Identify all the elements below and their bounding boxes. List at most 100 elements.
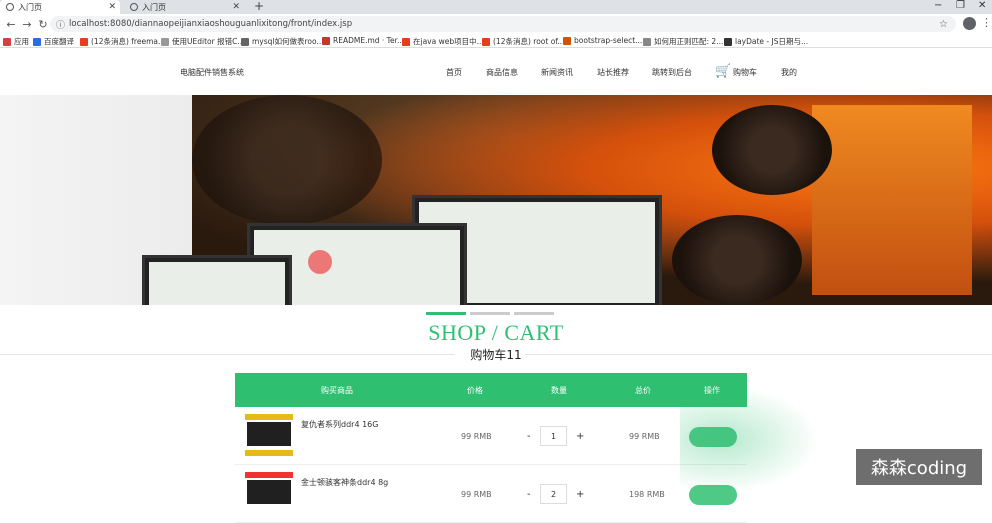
bookmark-label: (12条消息) freema... bbox=[91, 37, 166, 46]
tab-title: 入门页 bbox=[142, 2, 166, 12]
bookmark-favicon bbox=[402, 37, 410, 46]
bookmark-item[interactable]: mysql如何做表roo... bbox=[241, 36, 324, 47]
carousel-dot-active[interactable] bbox=[426, 312, 466, 315]
close-icon[interactable]: ✕ bbox=[232, 2, 240, 12]
product-name[interactable]: 金士顿骇客神条ddr4 8g bbox=[301, 477, 388, 488]
tire-stack bbox=[192, 95, 382, 225]
bookmark-label: mysql如何做表roo... bbox=[252, 37, 324, 46]
line-total: 198 RMB bbox=[629, 490, 665, 499]
column-header: 购买商品 bbox=[321, 386, 353, 395]
bookmark-item[interactable]: 如何用正则匹配: 2... bbox=[643, 36, 723, 47]
globe-icon bbox=[6, 3, 14, 11]
bookmark-favicon bbox=[563, 36, 571, 45]
globe-icon bbox=[130, 3, 138, 11]
bookmark-favicon bbox=[241, 37, 249, 46]
decrease-qty-button[interactable]: - bbox=[527, 489, 531, 500]
bookmark-item[interactable]: 百度翻译 bbox=[33, 36, 74, 47]
nav-news[interactable]: 新闻资讯 bbox=[541, 67, 573, 78]
menu-kebab-icon[interactable]: ⋮ bbox=[981, 16, 992, 29]
hmi-monitor bbox=[142, 255, 292, 305]
window-close-button[interactable]: ✕ bbox=[978, 0, 986, 12]
tire-stack bbox=[712, 105, 832, 195]
bookmark-item[interactable]: 使用UEditor 报错C... bbox=[161, 36, 244, 47]
bookmark-label: 使用UEditor 报错C... bbox=[172, 37, 245, 46]
banner-image bbox=[142, 95, 992, 305]
hero-banner[interactable] bbox=[0, 95, 992, 305]
column-header: 价格 bbox=[467, 386, 483, 395]
increase-qty-button[interactable]: + bbox=[576, 431, 584, 442]
bookmark-favicon bbox=[80, 37, 88, 46]
quantity-input[interactable] bbox=[540, 426, 567, 446]
maximize-button[interactable]: ❐ bbox=[956, 0, 965, 12]
nav-home[interactable]: 首页 bbox=[446, 67, 462, 78]
bookmark-item[interactable]: 在java web项目中... bbox=[402, 36, 484, 47]
bookmark-label: 百度翻译 bbox=[44, 37, 74, 46]
bookmark-favicon bbox=[482, 37, 490, 46]
product-price: 99 RMB bbox=[461, 490, 492, 499]
nav-cart[interactable]: 购物车 bbox=[733, 67, 757, 78]
bookmark-item[interactable]: (12条消息) freema... bbox=[80, 36, 165, 47]
bookmark-favicon bbox=[161, 37, 169, 46]
product-thumbnail[interactable] bbox=[243, 412, 295, 460]
bookmark-label: 如何用正则匹配: 2... bbox=[654, 37, 724, 46]
section-heading: SHOP / CART bbox=[428, 320, 564, 345]
column-header: 总价 bbox=[635, 386, 651, 395]
bookmark-favicon bbox=[724, 37, 732, 46]
close-icon[interactable]: ✕ bbox=[108, 2, 116, 12]
apps-grid-icon bbox=[3, 37, 11, 46]
site-title[interactable]: 电脑配件销售系统 bbox=[180, 67, 244, 78]
back-arrow-icon[interactable]: ← bbox=[4, 18, 18, 31]
tire-stack bbox=[672, 215, 802, 305]
info-icon[interactable]: ⓘ bbox=[56, 18, 65, 31]
bookmark-apps[interactable]: 应用 bbox=[3, 36, 29, 47]
tab-title: 入门页 bbox=[18, 2, 42, 12]
nav-my[interactable]: 我的 bbox=[781, 67, 797, 78]
product-thumbnail[interactable] bbox=[243, 470, 295, 518]
address-bar[interactable]: ⓘ localhost:8080/diannaopeijianxiaoshoug… bbox=[50, 16, 956, 32]
column-header: 数量 bbox=[551, 386, 567, 395]
profile-avatar[interactable] bbox=[963, 17, 976, 30]
bookmark-label: 在java web项目中... bbox=[413, 37, 484, 46]
bookmark-star-icon[interactable]: ☆ bbox=[939, 19, 948, 30]
bookmark-label: README.md · Ter... bbox=[333, 36, 405, 45]
bookmark-item[interactable]: bootstrap-select... bbox=[563, 36, 642, 45]
cart-table: 购买商品 价格 数量 总价 操作 复仇者系列ddr4 16G 99 RMB - … bbox=[235, 373, 747, 523]
carousel-dot[interactable] bbox=[514, 312, 554, 315]
quantity-input[interactable] bbox=[540, 484, 567, 504]
product-name[interactable]: 复仇者系列ddr4 16G bbox=[301, 419, 378, 430]
site-header: 电脑配件销售系统 首页 商品信息 新闻资讯 站长推荐 跳转到后台 🛒 购物车 我… bbox=[0, 50, 992, 95]
browser-tab[interactable]: 入门页 ✕ bbox=[124, 0, 244, 14]
bookmark-label: bootstrap-select... bbox=[574, 36, 643, 45]
nav-admin[interactable]: 跳转到后台 bbox=[652, 67, 692, 78]
forward-arrow-icon[interactable]: → bbox=[20, 18, 34, 31]
url-text: localhost:8080/diannaopeijianxiaoshougua… bbox=[69, 19, 353, 29]
table-header: 购买商品 价格 数量 总价 操作 bbox=[235, 373, 747, 407]
bookmark-label: 应用 bbox=[14, 37, 29, 46]
product-price: 99 RMB bbox=[461, 432, 492, 441]
nav-recommend[interactable]: 站长推荐 bbox=[597, 67, 629, 78]
bookmark-item[interactable]: README.md · Ter... bbox=[322, 36, 404, 45]
browser-tab-strip: 入门页 ✕ 入门页 ✕ + − ❐ ✕ bbox=[0, 0, 992, 14]
bookmark-favicon bbox=[643, 37, 651, 46]
increase-qty-button[interactable]: + bbox=[576, 489, 584, 500]
new-tab-button[interactable]: + bbox=[254, 0, 264, 13]
bookmark-item[interactable]: (12条消息) root of... bbox=[482, 36, 565, 47]
bookmark-label: layDate - JS日期与... bbox=[735, 37, 809, 46]
minimize-button[interactable]: − bbox=[934, 0, 942, 12]
section-subheading: 购物车11 bbox=[470, 348, 522, 362]
table-row: 复仇者系列ddr4 16G 99 RMB - + 99 RMB bbox=[235, 407, 747, 465]
bookmark-item[interactable]: layDate - JS日期与... bbox=[724, 36, 808, 47]
orange-cabinet bbox=[812, 105, 972, 295]
browser-tab-active[interactable]: 入门页 ✕ bbox=[0, 0, 120, 14]
carousel-dot[interactable] bbox=[470, 312, 510, 315]
reload-icon[interactable]: ↻ bbox=[36, 18, 50, 31]
cursor-highlight bbox=[308, 250, 332, 274]
line-total: 99 RMB bbox=[629, 432, 660, 441]
shopping-cart-icon[interactable]: 🛒 bbox=[715, 64, 731, 79]
bookmark-favicon bbox=[33, 37, 41, 46]
bookmarks-bar: 应用 百度翻译 (12条消息) freema... 使用UEditor 报错C.… bbox=[0, 34, 992, 48]
decrease-qty-button[interactable]: - bbox=[527, 431, 531, 442]
bookmark-favicon bbox=[322, 36, 330, 45]
nav-products[interactable]: 商品信息 bbox=[486, 67, 518, 78]
table-row: 金士顿骇客神条ddr4 8g 99 RMB - + 198 RMB bbox=[235, 465, 747, 523]
